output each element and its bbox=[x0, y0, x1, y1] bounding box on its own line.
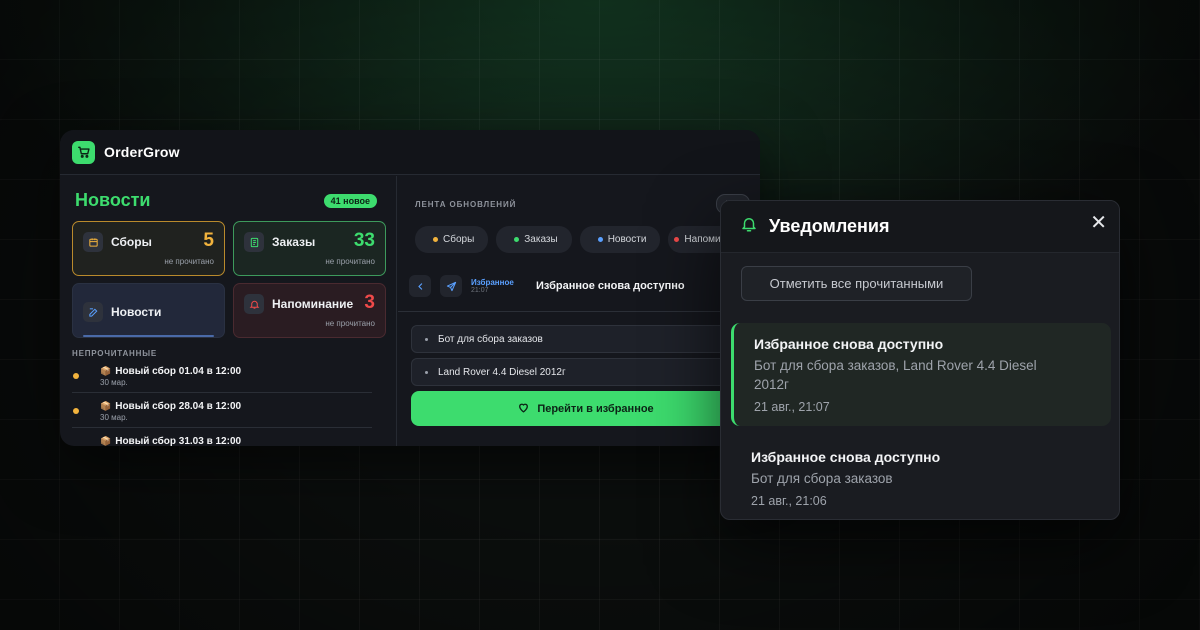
unread-item-title: Новый сбор 01.04 в 12:00 bbox=[115, 366, 242, 377]
news-header: Новости 41 новое bbox=[72, 190, 384, 211]
new-count-badge: 41 новое bbox=[323, 193, 377, 208]
feed-item-header: Избранное 21:07 Избранное снова доступно… bbox=[398, 253, 760, 305]
notification-date: 21 авг., 21:07 bbox=[754, 400, 830, 414]
card-sub: не прочитано bbox=[325, 257, 375, 266]
chip-zakazy[interactable]: Заказы bbox=[496, 226, 572, 253]
card-label: Новости bbox=[111, 305, 162, 319]
detail-text: Land Rover 4.4 Diesel 2012г bbox=[438, 366, 566, 378]
chip-label: Заказы bbox=[524, 234, 558, 245]
package-icon: 📦 bbox=[100, 401, 112, 411]
feed-item-title: Избранное снова доступно bbox=[536, 280, 685, 292]
notifications-header: Уведомления bbox=[721, 201, 1119, 253]
category-cards: Сборы 5 не прочитано Заказы 33 не прочит… bbox=[72, 221, 386, 338]
card-count: 5 bbox=[203, 230, 214, 251]
card-zakazy[interactable]: Заказы 33 не прочитано bbox=[233, 221, 386, 276]
chip-label: Сборы bbox=[443, 234, 475, 245]
feed-panel: ЛЕНТА ОБНОВЛЕНИЙ Все Сборы Заказы Новост… bbox=[398, 176, 760, 446]
filter-chips: Сборы Заказы Новости Напоминания bbox=[398, 214, 760, 253]
chip-dot bbox=[514, 237, 520, 242]
package-icon: 📦 bbox=[100, 436, 112, 446]
bell-icon bbox=[740, 215, 758, 238]
cart-icon bbox=[72, 140, 95, 164]
chip-label: Новости bbox=[607, 234, 647, 245]
notification-date: 21 авг., 21:06 bbox=[751, 494, 827, 508]
card-sub: не прочитано bbox=[325, 319, 375, 328]
unread-dot bbox=[73, 408, 79, 414]
notification-item[interactable]: Избранное снова доступно Бот для сбора з… bbox=[721, 449, 1119, 508]
bullet bbox=[425, 337, 428, 341]
unread-item-date: 30 мар. bbox=[100, 413, 128, 422]
app-window: OrderGrow Новости 41 новое Сборы 5 не пр… bbox=[60, 130, 760, 446]
chip-dot bbox=[674, 237, 680, 242]
card-label: Сборы bbox=[111, 235, 152, 249]
send-icon bbox=[440, 275, 462, 297]
package-icon: 📦 bbox=[100, 366, 112, 376]
document-icon bbox=[244, 232, 264, 252]
app-header: OrderGrow bbox=[60, 130, 760, 175]
card-label: Заказы bbox=[272, 235, 316, 249]
feed-header: ЛЕНТА ОБНОВЛЕНИЙ Все bbox=[398, 176, 760, 214]
card-sbory[interactable]: Сборы 5 не прочитано bbox=[72, 221, 225, 276]
card-sub: не прочитано bbox=[164, 257, 214, 266]
card-count: 33 bbox=[353, 230, 375, 251]
unread-title: НЕПРОЧИТАННЫЕ bbox=[72, 349, 157, 358]
notification-item[interactable]: Избранное снова доступно Бот для сбора з… bbox=[731, 323, 1111, 426]
detail-item: Бот для сбора заказов bbox=[411, 325, 760, 353]
unread-item-date: 30 мар. bbox=[100, 378, 128, 387]
bell-icon bbox=[244, 294, 264, 314]
go-to-favorites-button[interactable]: Перейти в избранное bbox=[411, 391, 760, 426]
news-title: Новости bbox=[75, 190, 151, 210]
detail-item: Land Rover 4.4 Diesel 2012г bbox=[411, 358, 760, 386]
card-novosti[interactable]: Новости bbox=[72, 283, 225, 338]
mark-all-read-button[interactable]: Отметить все прочитанными bbox=[741, 266, 972, 301]
unread-dot bbox=[73, 373, 79, 379]
unread-item-title: Новый сбор 28.04 в 12:00 bbox=[115, 401, 242, 412]
chip-novosti[interactable]: Новости bbox=[579, 226, 661, 253]
unread-item[interactable]: 📦 Новый сбор 28.04 в 12:00 30 мар. bbox=[72, 393, 372, 428]
notification-title: Избранное снова доступно bbox=[754, 336, 944, 352]
app-logo-name: OrderGrow bbox=[104, 144, 180, 160]
chip-dot bbox=[433, 237, 438, 242]
unread-item[interactable]: 📦 Новый сбор 01.04 в 12:00 30 мар. bbox=[72, 358, 372, 393]
feed-title: ЛЕНТА ОБНОВЛЕНИЙ bbox=[415, 199, 517, 209]
card-napominanie[interactable]: Напоминание 3 не прочитано bbox=[233, 283, 386, 338]
edit-icon bbox=[83, 302, 103, 322]
feed-item-category: Избранное bbox=[471, 278, 514, 287]
news-panel: Новости 41 новое Сборы 5 не прочитано За… bbox=[60, 176, 397, 446]
chip-sbory[interactable]: Сборы bbox=[415, 226, 489, 253]
notifications-panel: Уведомления ✕ Отметить все прочитанными … bbox=[720, 200, 1120, 520]
chip-dot bbox=[597, 237, 603, 242]
unread-item-title: Новый сбор 31.03 в 12:00 bbox=[115, 436, 242, 446]
card-count: 3 bbox=[364, 292, 375, 313]
card-selection-bar bbox=[83, 335, 214, 337]
back-button[interactable] bbox=[409, 275, 431, 297]
calendar-icon bbox=[83, 232, 103, 252]
card-label: Напоминание bbox=[272, 297, 354, 311]
detail-text: Бот для сбора заказов bbox=[438, 333, 543, 345]
feed-item-time: 21:07 bbox=[471, 287, 489, 294]
feed-details: Бот для сбора заказов Land Rover 4.4 Die… bbox=[398, 312, 760, 386]
notification-text: Бот для сбора заказов, Land Rover 4.4 Di… bbox=[754, 358, 1037, 392]
notification-title: Избранное снова доступно bbox=[751, 449, 941, 465]
go-button-label: Перейти в избранное bbox=[537, 402, 654, 415]
heart-icon bbox=[517, 401, 530, 417]
notification-text: Бот для сбора заказов bbox=[751, 471, 893, 486]
notifications-title: Уведомления bbox=[769, 216, 890, 236]
bullet bbox=[425, 370, 428, 374]
close-icon[interactable]: ✕ bbox=[1090, 213, 1107, 233]
unread-item[interactable]: 📦 Новый сбор 31.03 в 12:00 bbox=[72, 428, 372, 446]
